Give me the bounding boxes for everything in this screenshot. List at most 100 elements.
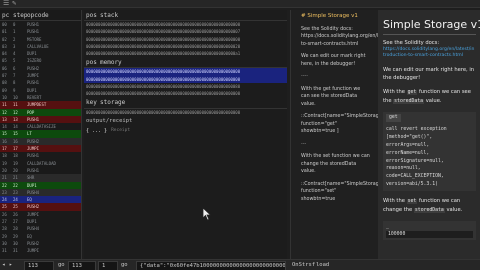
opcode-cell-step: 22 [13, 182, 18, 188]
opcode-cell-step: 23 [13, 189, 18, 195]
opcode-row[interactable]: 13 13 PUSH1 [0, 115, 81, 124]
opcode-row[interactable]: 14 14 CALLDATASIZE [0, 123, 81, 130]
opcode-row[interactable]: 08 8 PUSH1 [0, 79, 81, 86]
opcode-row[interactable]: 27 27 DUP1 [0, 218, 81, 225]
opcode-row[interactable]: 06 6 PUSH2 [0, 65, 81, 72]
stack-row: 0000000000000000000000000000000000000000… [84, 50, 287, 57]
opcode-cell-op: PUSH1 [27, 116, 40, 122]
opcode-cell-pc: 12 [2, 109, 7, 115]
opcode-row[interactable]: 15 15 LT [0, 130, 81, 138]
opcode-row[interactable]: 18 18 PUSH1 [0, 152, 81, 159]
opcode-cell-step: 12 [13, 109, 18, 115]
memory-value: 0000000000000000000000000000000000000000… [86, 91, 241, 97]
step-input[interactable]: 113 [24, 261, 54, 270]
storage-rows: 0000000000000000000000000000000000000000… [84, 109, 287, 116]
opcode-cell-step: 16 [13, 138, 18, 144]
opcode-cell-op: PUSH1 [27, 80, 40, 86]
memory-header: pos memory [84, 57, 287, 69]
opcode-row[interactable]: 25 25 PUSH2 [0, 203, 81, 211]
opcode-row[interactable]: 01 1 PUSH1 [0, 28, 81, 35]
opcode-cell-op: PUSH2 [27, 240, 40, 246]
left-arrow-icon[interactable]: ◂ [2, 260, 5, 270]
opcode-cell-step: 17 [13, 146, 18, 152]
opcode-cell-step: 31 [13, 248, 18, 254]
set-value-input[interactable]: 100000 [386, 230, 473, 239]
opcode-row[interactable]: 05 5 ISZERO [0, 57, 81, 64]
load-button[interactable]: load [316, 260, 329, 270]
col-pc: pc [2, 11, 10, 19]
memory-pos-label: pos [86, 58, 97, 66]
opcode-row[interactable]: 09 9 DUP1 [0, 87, 81, 94]
opcode-cell-op: JUMPDEST [27, 102, 47, 108]
opcode-cell-op: CALLVALUE [27, 43, 49, 49]
docs-link[interactable]: https://docs.soliditylang.org/en/latest/… [383, 47, 476, 60]
calldata-input[interactable]: {"data":"0x60fe47b1000000000000000000000… [136, 261, 286, 270]
step-total-input[interactable]: 113 [68, 261, 96, 270]
go-button-2[interactable]: go [121, 260, 128, 270]
opcode-row[interactable]: 22 22 DUP1 [0, 181, 81, 189]
opcode-cell-op: JUMPI [27, 211, 40, 217]
opcode-row[interactable]: 16 16 PUSH2 [0, 137, 81, 146]
preview-set-text: With the set function we can change the … [378, 197, 480, 215]
opcode-row[interactable]: 17 17 JUMPI [0, 145, 81, 153]
opcode-row[interactable]: 31 31 JUMPI [0, 247, 81, 254]
opcode-row[interactable]: 21 21 SHR [0, 174, 81, 182]
get-button[interactable]: get [386, 113, 401, 122]
opcode-cell-step: 11 [13, 102, 18, 108]
menu-icon[interactable]: ☰ [3, 0, 9, 7]
opcode-cell-pc: 14 [2, 124, 7, 130]
step-num-input[interactable]: 1 [98, 261, 118, 270]
opcode-cell-pc: 15 [2, 131, 7, 137]
opcode-row[interactable]: 00 0 PUSH1 [0, 21, 81, 28]
opcode-cell-op: LT [27, 131, 32, 137]
opcode-cell-pc: 02 [2, 36, 7, 42]
opcode-row[interactable]: 23 23 PUSH4 [0, 188, 81, 197]
set-input-block: _ 100000 [383, 220, 476, 241]
opcode-cell-op: EQ [27, 233, 32, 239]
opcode-row[interactable]: 03 3 CALLVALUE [0, 43, 81, 50]
stack-label: stack [100, 11, 119, 19]
opcode-row[interactable]: 12 12 POP [0, 108, 81, 116]
preview-title: Simple Storage v1 [383, 18, 480, 31]
memory-value: 0000000000000000000000000000000000000000… [86, 76, 241, 82]
get-result-block: get call revert exception [method="get()… [383, 111, 476, 191]
opcode-row[interactable]: 11 11 JUMPDEST [0, 101, 81, 109]
memory-row: 0000000000000000000000000000000000000000… [84, 83, 287, 90]
opcode-cell-step: 20 [13, 167, 18, 173]
opcode-cell-pc: 06 [2, 65, 7, 71]
get-error: call revert exception [method="get()", e… [386, 127, 447, 187]
opcode-row[interactable]: 28 28 PUSH4 [0, 225, 81, 232]
opcode-cell-step: 18 [13, 153, 18, 159]
opcode-row[interactable]: 20 20 PUSH1 [0, 167, 81, 174]
opcode-cell-step: 8 [13, 80, 16, 86]
opcode-row[interactable]: 19 19 CALLDATALOAD [0, 160, 81, 167]
opcode-row[interactable]: 24 24 EQ [0, 196, 81, 204]
opcode-cell-step: 6 [13, 65, 16, 71]
md-contract-get: ::Contract[name="SimpleStorage" function… [301, 114, 378, 134]
markdown-editor[interactable]: # Simple Storage v1 See the Solidity doc… [290, 10, 378, 259]
go-button-1[interactable]: go [58, 260, 65, 270]
opcode-cell-pc: 10 [2, 94, 7, 100]
get-code-2: storedData [393, 98, 425, 104]
docs-label: See the Solidity docs: [383, 40, 440, 46]
storage-label: storage [100, 99, 126, 107]
opcode-cell-step: 5 [13, 58, 16, 64]
output-receipt-label: output/receipt [86, 117, 133, 124]
opcode-row[interactable]: 29 29 EQ [0, 233, 81, 240]
opcode-row[interactable]: 04 4 DUP1 [0, 50, 81, 57]
opcode-row[interactable]: 07 7 JUMPI [0, 72, 81, 79]
opcode-cell-op: PUSH1 [27, 22, 40, 27]
opcode-row[interactable]: 02 2 MSTORE [0, 36, 81, 43]
opcode-cell-op: PUSH2 [27, 138, 40, 144]
opcode-cell-step: 29 [13, 233, 18, 239]
opcode-cell-step: 27 [13, 219, 18, 225]
right-arrow-icon[interactable]: ▸ [9, 260, 12, 270]
output-receipt[interactable]: { ... } Receipt [86, 126, 285, 136]
opcode-cell-op: PUSH1 [27, 153, 40, 159]
opcode-row[interactable]: 30 30 PUSH2 [0, 240, 81, 247]
md-get-line: With the get function we can see the sto… [301, 86, 361, 107]
opcode-cell-op: CALLDATASIZE [27, 124, 56, 130]
edit-icon[interactable]: ✎ [12, 0, 16, 7]
opcode-row[interactable]: 10 10 REVERT [0, 94, 81, 101]
opcode-row[interactable]: 26 26 JUMPI [0, 211, 81, 218]
